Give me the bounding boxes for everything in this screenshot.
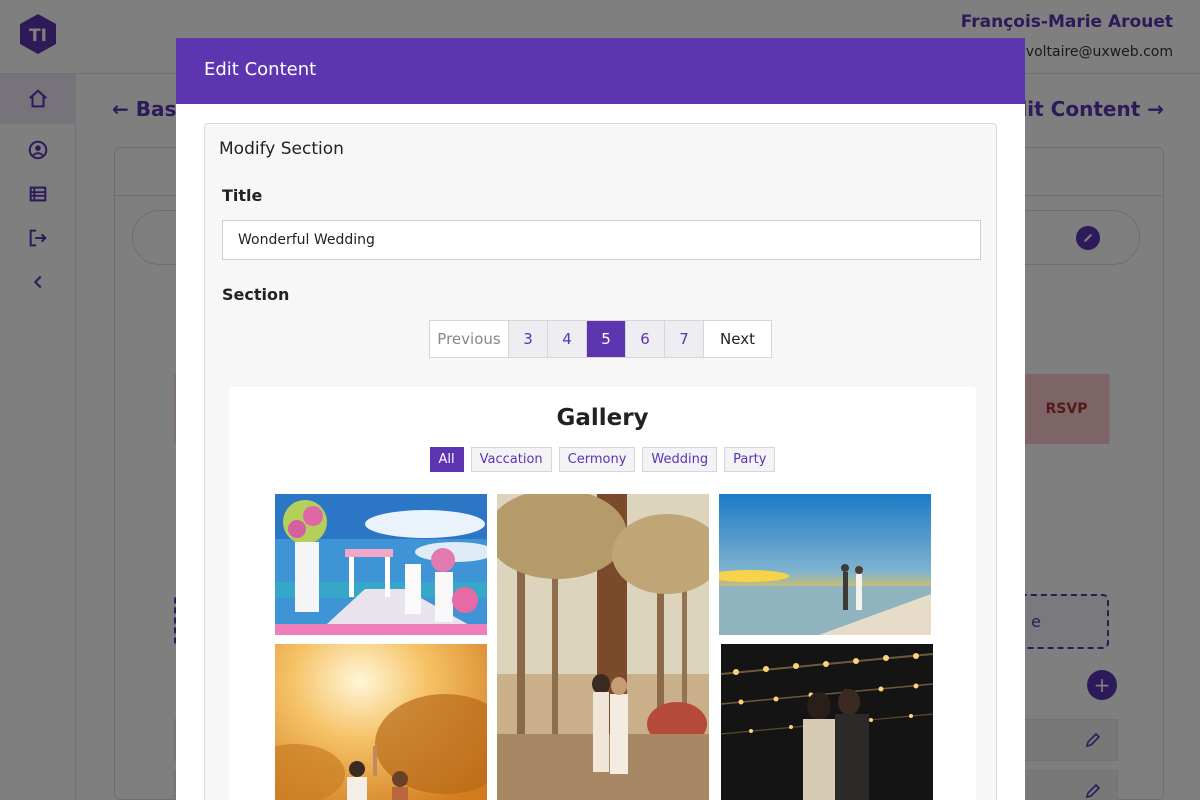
section-label: Section [222, 285, 290, 304]
gallery-photo-wedding-aisle[interactable] [275, 494, 487, 635]
page-6[interactable]: 6 [626, 321, 665, 357]
gallery-photo-couple-forest[interactable] [497, 494, 709, 800]
gallery-photo-sunset-dance[interactable] [275, 644, 487, 800]
section-heading: Modify Section [219, 139, 344, 159]
gallery-title: Gallery [556, 405, 649, 431]
filter-cermony[interactable]: Cermony [558, 447, 636, 472]
section-pagination: Previous 3 4 5 6 7 Next [429, 320, 772, 358]
gallery-preview: Gallery All Vaccation Cermony Wedding Pa… [229, 387, 976, 800]
pagination-next[interactable]: Next [704, 321, 771, 357]
page-4[interactable]: 4 [548, 321, 587, 357]
modal-title: Edit Content [176, 38, 1025, 104]
gallery-photo-night-lights[interactable] [721, 644, 933, 800]
filter-all[interactable]: All [429, 447, 464, 472]
modify-section-card: Modify Section Title Section Previous 3 … [204, 123, 997, 800]
page-5[interactable]: 5 [587, 321, 626, 357]
page-7[interactable]: 7 [665, 321, 704, 357]
gallery-photo-beach-sunset[interactable] [719, 494, 931, 635]
edit-content-modal: Edit Content Modify Section Title Sectio… [176, 38, 1025, 800]
pagination-previous[interactable]: Previous [430, 321, 509, 357]
filter-wedding[interactable]: Wedding [642, 447, 718, 472]
filter-party[interactable]: Party [724, 447, 776, 472]
title-label: Title [222, 186, 263, 205]
gallery-filters: All Vaccation Cermony Wedding Party [229, 447, 976, 472]
page-3[interactable]: 3 [509, 321, 548, 357]
filter-vaccation[interactable]: Vaccation [470, 447, 552, 472]
title-input[interactable] [222, 220, 981, 260]
